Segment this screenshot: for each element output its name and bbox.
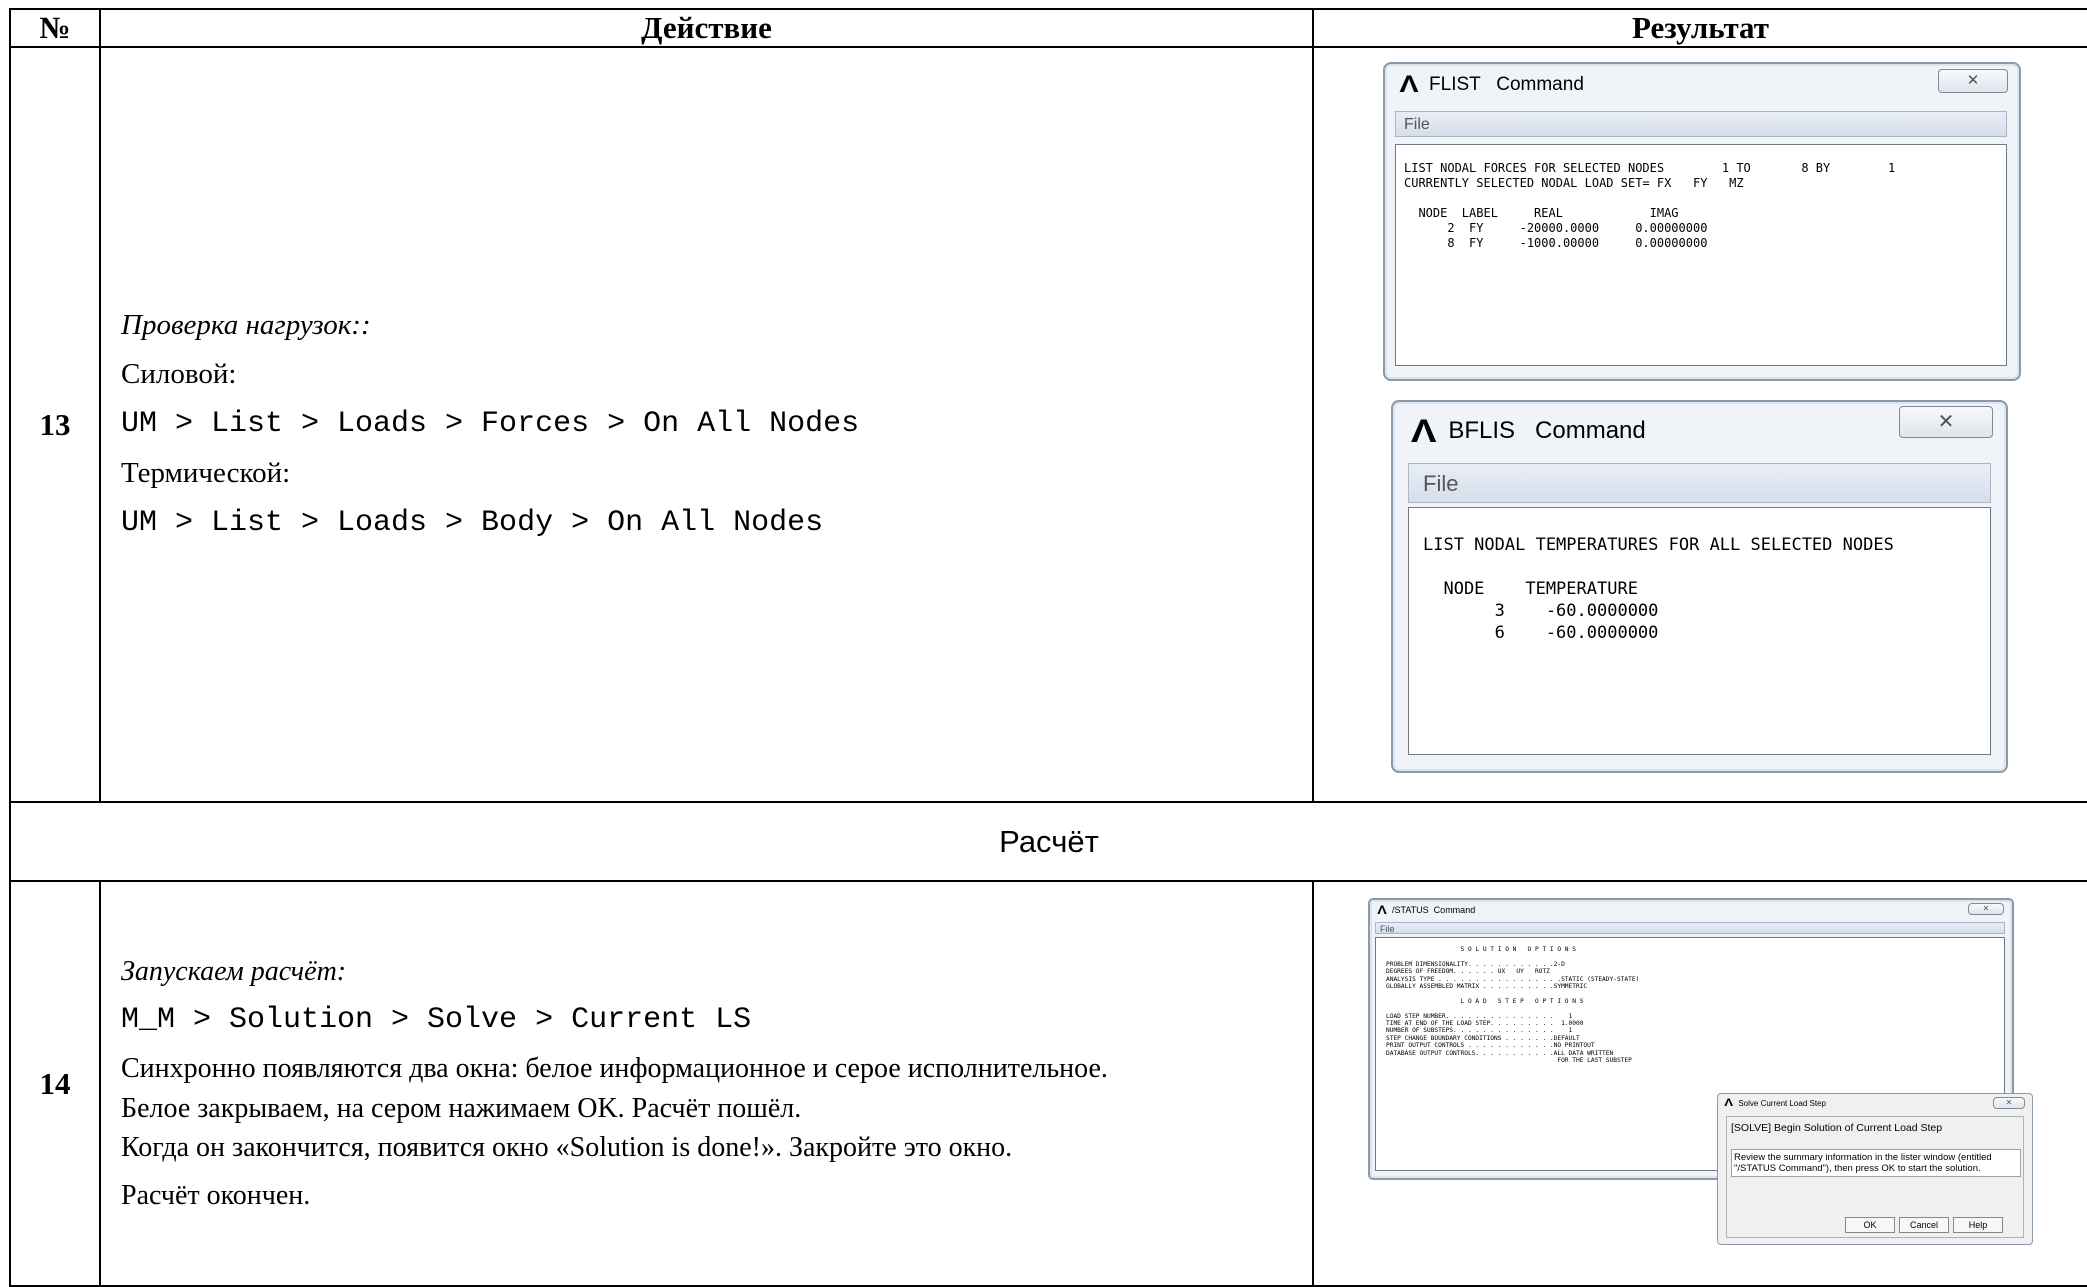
- row-14-line3: Когда он закончится, появится окно «Solu…: [121, 1132, 1013, 1164]
- row-13-num: 13: [9, 46, 101, 803]
- bflis-title: BFLIS Command: [1448, 417, 1646, 444]
- flist-output: LIST NODAL FORCES FOR SELECTED NODES 1 T…: [1395, 144, 2007, 366]
- force-menu-path: UM > List > Loads > Forces > On All Node…: [121, 406, 860, 441]
- cancel-button[interactable]: Cancel: [1899, 1217, 1949, 1233]
- header-num: №: [9, 8, 101, 48]
- flist-title: FLIST Command: [1429, 74, 1584, 95]
- solve-dialog: Λ Solve Current Load Step ✕ [SOLVE] Begi…: [1717, 1093, 2033, 1245]
- row-14-action: Запускаем расчёт: M_M > Solution > Solve…: [99, 880, 1314, 1287]
- row-14-title: Запускаем расчёт:: [121, 955, 347, 987]
- solve-dialog-body: [SOLVE] Begin Solution of Current Load S…: [1726, 1116, 2024, 1238]
- row-14-line2: Белое закрываем, на сером нажимаем OK. Р…: [121, 1092, 802, 1124]
- section-row: Расчёт: [9, 801, 2087, 882]
- flist-window: Λ FLIST Command ✕ File LIST NODAL FORCES…: [1383, 62, 2021, 381]
- menu-file[interactable]: File: [1408, 463, 1991, 503]
- close-button[interactable]: ✕: [1899, 406, 1993, 438]
- help-button[interactable]: Help: [1953, 1217, 2003, 1233]
- row-14-line1: Синхронно появляются два окна: белое инф…: [121, 1053, 1108, 1085]
- thermal-menu-path: UM > List > Loads > Body > On All Nodes: [121, 505, 824, 540]
- bflis-window: Λ BFLIS Command ✕ File LIST NODAL TEMPER…: [1391, 400, 2008, 773]
- section-title: Расчёт: [9, 801, 2087, 882]
- thermal-label: Термической:: [121, 456, 291, 489]
- ansys-logo-icon: Λ: [1410, 412, 1437, 449]
- solve-dialog-title: Solve Current Load Step: [1738, 1098, 1826, 1108]
- flist-titlebar: Λ FLIST Command: [1385, 64, 2019, 106]
- close-button[interactable]: ✕: [1993, 1097, 2025, 1109]
- bflis-output: LIST NODAL TEMPERATURES FOR ALL SELECTED…: [1408, 507, 1991, 755]
- solve-dialog-titlebar: Λ Solve Current Load Step: [1718, 1094, 2032, 1112]
- row-14-num: 14: [9, 880, 101, 1287]
- header-action: Действие: [99, 8, 1314, 48]
- solve-dialog-heading: [SOLVE] Begin Solution of Current Load S…: [1731, 1122, 1943, 1134]
- row-14-line4: Расчёт окончен.: [121, 1179, 311, 1211]
- header-result: Результат: [1312, 8, 2087, 48]
- menu-file[interactable]: File: [1395, 111, 2007, 137]
- close-button[interactable]: ✕: [1938, 69, 2008, 93]
- solve-dialog-message: Review the summary information in the li…: [1731, 1149, 2021, 1177]
- force-label: Силовой:: [121, 358, 237, 391]
- ansys-logo-icon: Λ: [1724, 1097, 1734, 1109]
- header-row: № Действие Результат: [9, 8, 2087, 48]
- status-title: /STATUS Command: [1392, 905, 1476, 915]
- ok-button[interactable]: OK: [1845, 1217, 1895, 1233]
- close-button[interactable]: ✕: [1968, 903, 2004, 915]
- menu-file[interactable]: File: [1375, 922, 2005, 934]
- row-13-action: Проверка нагрузок:: Силовой: UM > List >…: [99, 46, 1314, 803]
- status-titlebar: Λ /STATUS Command: [1370, 900, 2012, 920]
- ansys-logo-icon: Λ: [1399, 71, 1419, 98]
- solve-menu-path: M_M > Solution > Solve > Current LS: [121, 1003, 752, 1038]
- ansys-logo-icon: Λ: [1377, 903, 1387, 917]
- row-13-title: Проверка нагрузок::: [121, 309, 371, 342]
